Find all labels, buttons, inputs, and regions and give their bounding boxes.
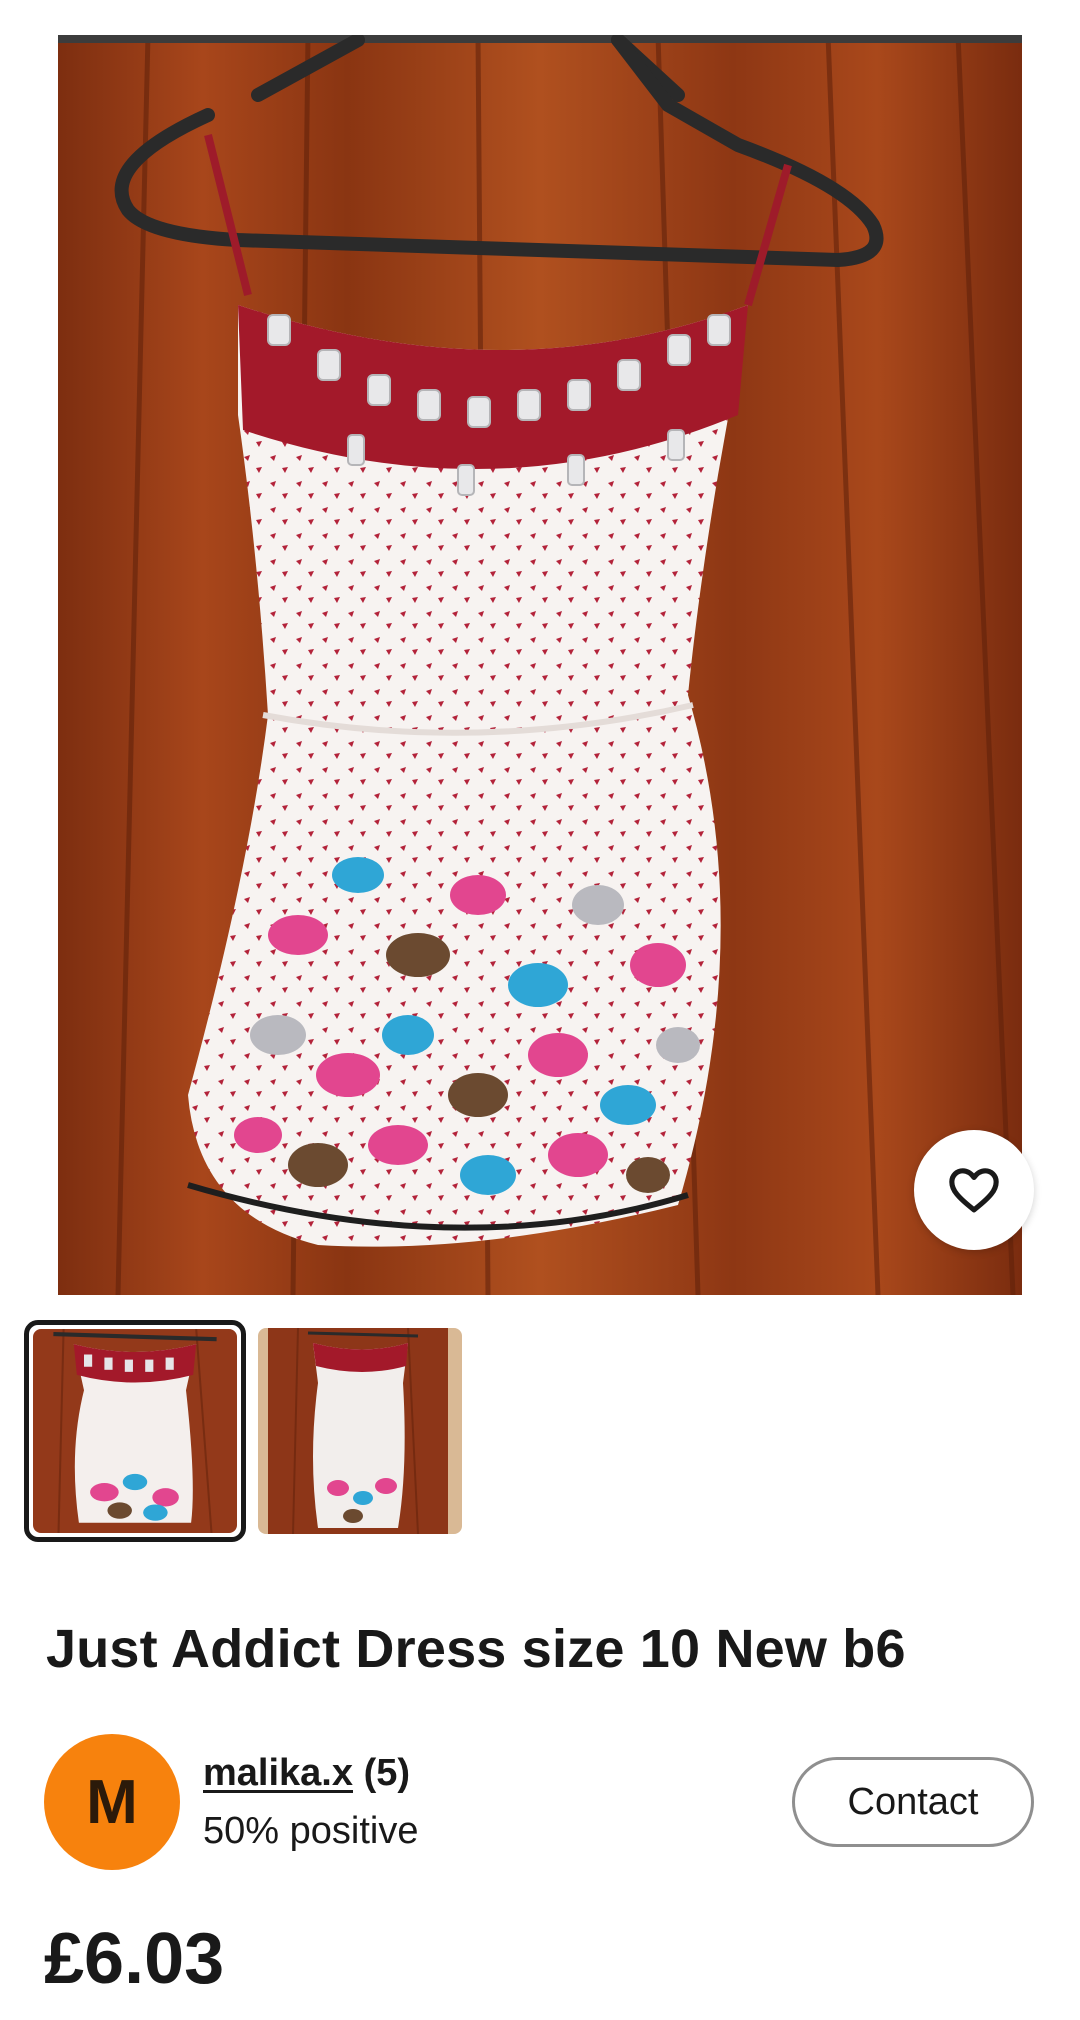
watch-button[interactable]: [914, 1130, 1034, 1250]
seller-username-link[interactable]: malika.x: [203, 1752, 353, 1794]
thumbnail-image: [33, 1329, 237, 1533]
contact-seller-button[interactable]: Contact: [792, 1757, 1034, 1847]
dress-back-thumbnail[interactable]: [258, 1328, 462, 1534]
dress-front-thumbnail[interactable]: [24, 1320, 246, 1542]
avatar-letter: M: [86, 1767, 138, 1837]
seller-avatar[interactable]: M: [44, 1734, 180, 1870]
product-main-image[interactable]: [58, 35, 1022, 1295]
seller-feedback-count: (5): [363, 1752, 411, 1794]
listing-price: £6.03: [44, 1919, 225, 1999]
thumbnail-image: [258, 1328, 462, 1534]
heart-outline-icon: [949, 1168, 999, 1213]
listing-title: Just Addict Dress size 10 New b6: [46, 1619, 906, 1679]
dress-photo: [58, 35, 1022, 1295]
seller-feedback-percentage: 50% positive: [203, 1810, 419, 1852]
seller-info: malika.x (5): [203, 1752, 410, 1795]
